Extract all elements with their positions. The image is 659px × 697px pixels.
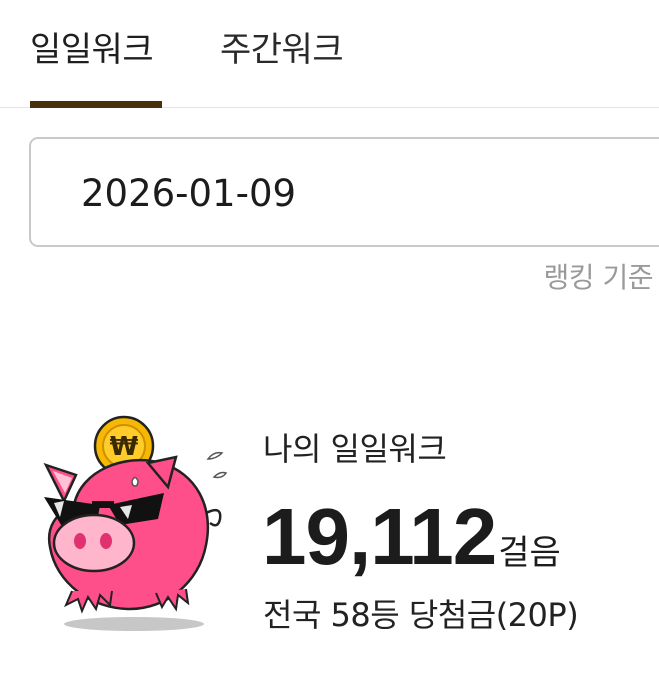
my-daily-walk-title: 나의 일일워크 [263, 430, 447, 468]
active-tab-indicator [30, 101, 162, 108]
coin-symbol: ₩ [110, 432, 139, 462]
date-selector[interactable]: 2026-01-09 [29, 137, 659, 247]
pig-with-coin-icon: ₩ [36, 415, 236, 637]
walk-tabs: 일일워크 주간워크 [0, 0, 659, 108]
tab-weekly-walk[interactable]: 주간워크 [220, 28, 344, 72]
selected-date: 2026-01-09 [81, 172, 297, 215]
ranking-basis-link[interactable]: 랭킹 기준 [544, 259, 654, 297]
steps-summary: 19,112걸음 [262, 492, 561, 582]
tab-daily-walk[interactable]: 일일워크 [30, 28, 154, 72]
rank-and-prize: 전국 58등 당첨금(20P) [263, 596, 579, 634]
step-count: 19,112 [262, 492, 497, 581]
step-unit: 걸음 [498, 533, 561, 573]
